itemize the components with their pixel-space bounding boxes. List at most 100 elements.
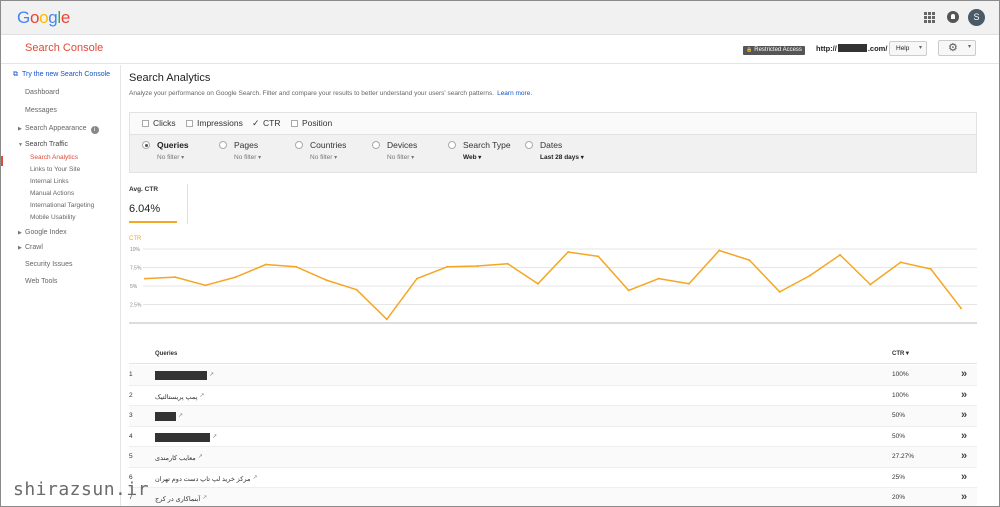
radio[interactable] <box>448 141 456 149</box>
checkbox[interactable] <box>291 120 298 127</box>
chevron-down-icon[interactable]: ▼ <box>18 142 23 148</box>
external-link-icon[interactable]: ↗ <box>202 495 207 501</box>
external-link-icon[interactable]: ↗ <box>209 372 214 378</box>
query-cell[interactable]: مرکز خرید لپ تاپ دست دوم تهران ↗ <box>155 474 257 483</box>
ctr-data-point[interactable] <box>416 277 418 280</box>
ctr-data-point[interactable] <box>748 259 751 262</box>
ctr-data-point[interactable] <box>718 249 721 252</box>
external-link-icon[interactable]: ↗ <box>198 454 203 460</box>
product-title[interactable]: Search Console <box>25 42 103 54</box>
row-details-icon[interactable]: » <box>961 368 967 380</box>
notifications-icon[interactable] <box>947 11 959 23</box>
column-header-queries[interactable]: Queries <box>155 351 177 357</box>
external-link-icon[interactable]: ↗ <box>199 393 204 399</box>
sidebar-subitem-links-to-your-site[interactable]: Links to Your Site <box>30 166 80 173</box>
table-row[interactable]: 7 آبنماکاری در کرج ↗ 20%» <box>129 488 977 506</box>
ctr-data-point[interactable] <box>929 268 932 270</box>
ctr-data-point[interactable] <box>778 290 781 293</box>
ctr-data-point[interactable] <box>446 265 449 268</box>
sidebar-item-crawl[interactable]: Crawl <box>25 244 43 251</box>
dimension-search-type[interactable]: Search Type Web <box>448 140 511 161</box>
checkbox[interactable] <box>142 120 149 127</box>
metric-position[interactable]: Position <box>291 118 332 128</box>
ctr-data-point[interactable] <box>264 263 267 266</box>
ctr-data-point[interactable] <box>506 262 509 265</box>
ctr-data-point[interactable] <box>385 318 388 321</box>
ctr-data-point[interactable] <box>204 284 207 287</box>
query-cell[interactable]: ↗ <box>155 432 217 442</box>
ctr-data-point[interactable] <box>325 279 328 282</box>
avatar[interactable]: S <box>968 9 985 26</box>
learn-more-link[interactable]: Learn more. <box>497 90 532 97</box>
dimension-filter-dropdown[interactable]: Last 28 days <box>540 154 584 161</box>
avg-ctr-card[interactable]: Avg. CTR 6.04% <box>129 184 177 223</box>
sidebar-subitem-international-targeting[interactable]: International Targeting <box>30 202 94 209</box>
query-cell[interactable]: ↗ <box>155 412 183 421</box>
row-details-icon[interactable]: » <box>961 409 967 421</box>
ctr-data-point[interactable] <box>174 276 177 279</box>
settings-button[interactable]: ⚙ <box>938 40 976 56</box>
dimension-pages[interactable]: Pages No filter <box>219 140 258 161</box>
ctr-data-point[interactable] <box>808 274 811 277</box>
chevron-right-icon[interactable]: ▶ <box>18 126 22 132</box>
site-selector[interactable]: http:// .com/ <box>816 44 887 53</box>
external-link-icon[interactable]: ↗ <box>178 413 183 419</box>
radio[interactable] <box>525 141 533 149</box>
ctr-data-point[interactable] <box>234 276 237 279</box>
sidebar-subitem-mobile-usability[interactable]: Mobile Usability <box>30 214 76 221</box>
sidebar-item-search-appearance[interactable]: Search Appearance i <box>25 125 99 134</box>
dimension-dates[interactable]: Dates Last 28 days <box>525 140 579 161</box>
ctr-data-point[interactable] <box>476 265 479 267</box>
dimension-filter-dropdown[interactable]: No filter <box>310 154 337 161</box>
table-row[interactable]: 3 ↗ 50% » <box>129 406 977 427</box>
query-cell[interactable]: معایب کارمندی ↗ <box>155 453 203 462</box>
sidebar-item-security-issues[interactable]: Security Issues <box>25 261 72 268</box>
sidebar-item-google-index[interactable]: Google Index <box>25 229 67 236</box>
ctr-data-point[interactable] <box>960 307 962 310</box>
radio-selected[interactable] <box>142 141 150 149</box>
apps-grid-icon[interactable] <box>924 12 935 23</box>
ctr-data-point[interactable] <box>839 253 842 256</box>
sidebar-subitem-internal-links[interactable]: Internal Links <box>30 178 69 185</box>
ctr-data-point[interactable] <box>869 283 872 286</box>
ctr-data-point[interactable] <box>355 288 358 291</box>
dimension-countries[interactable]: Countries No filter <box>295 140 346 161</box>
radio[interactable] <box>219 141 227 149</box>
sidebar-subitem-search-analytics[interactable]: Search Analytics <box>30 154 78 161</box>
external-link-icon[interactable]: ↗ <box>212 434 217 440</box>
dimension-filter-dropdown[interactable]: Web <box>463 154 481 161</box>
sidebar-item-web-tools[interactable]: Web Tools <box>25 278 57 285</box>
dimension-filter-dropdown[interactable]: No filter <box>387 154 414 161</box>
ctr-data-point[interactable] <box>657 277 660 280</box>
ctr-data-point[interactable] <box>567 251 570 253</box>
checkbox[interactable] <box>186 120 193 127</box>
checkmark-icon[interactable]: ✓ <box>252 118 260 129</box>
ctr-series-line[interactable] <box>144 249 962 321</box>
table-row[interactable]: 4 ↗ 50% » <box>129 427 977 447</box>
column-header-ctr[interactable]: CTR▼ <box>892 351 910 357</box>
row-details-icon[interactable]: » <box>961 389 967 401</box>
ctr-data-point[interactable] <box>597 255 600 258</box>
chevron-right-icon[interactable]: ▶ <box>18 230 22 236</box>
metric-ctr[interactable]: ✓ CTR <box>252 118 280 129</box>
chevron-right-icon[interactable]: ▶ <box>18 245 22 251</box>
row-details-icon[interactable]: » <box>961 430 967 442</box>
dimension-queries[interactable]: Queries No filter <box>142 140 189 161</box>
sidebar-item-messages[interactable]: Messages <box>25 107 57 114</box>
table-row[interactable]: 5 معایب کارمندی ↗ 27.27% » <box>129 447 977 468</box>
sidebar-subitem-manual-actions[interactable]: Manual Actions <box>30 190 74 197</box>
sidebar-item-dashboard[interactable]: Dashboard <box>25 89 59 96</box>
try-new-console-link[interactable]: ⧉ Try the new Search Console <box>13 71 110 79</box>
row-details-icon[interactable]: » <box>961 450 967 462</box>
ctr-data-point[interactable] <box>688 282 690 285</box>
ctr-data-point[interactable] <box>627 289 630 292</box>
dimension-filter-dropdown[interactable]: No filter <box>234 154 261 161</box>
radio[interactable] <box>295 141 303 149</box>
sidebar-item-search-traffic[interactable]: Search Traffic <box>25 141 68 148</box>
dimension-filter-dropdown[interactable]: No filter <box>157 154 184 161</box>
ctr-data-point[interactable] <box>144 277 146 280</box>
query-cell[interactable]: ↗ <box>155 371 214 380</box>
info-icon[interactable]: i <box>90 126 99 134</box>
dimension-devices[interactable]: Devices No filter <box>372 140 417 161</box>
ctr-data-point[interactable] <box>536 282 539 285</box>
